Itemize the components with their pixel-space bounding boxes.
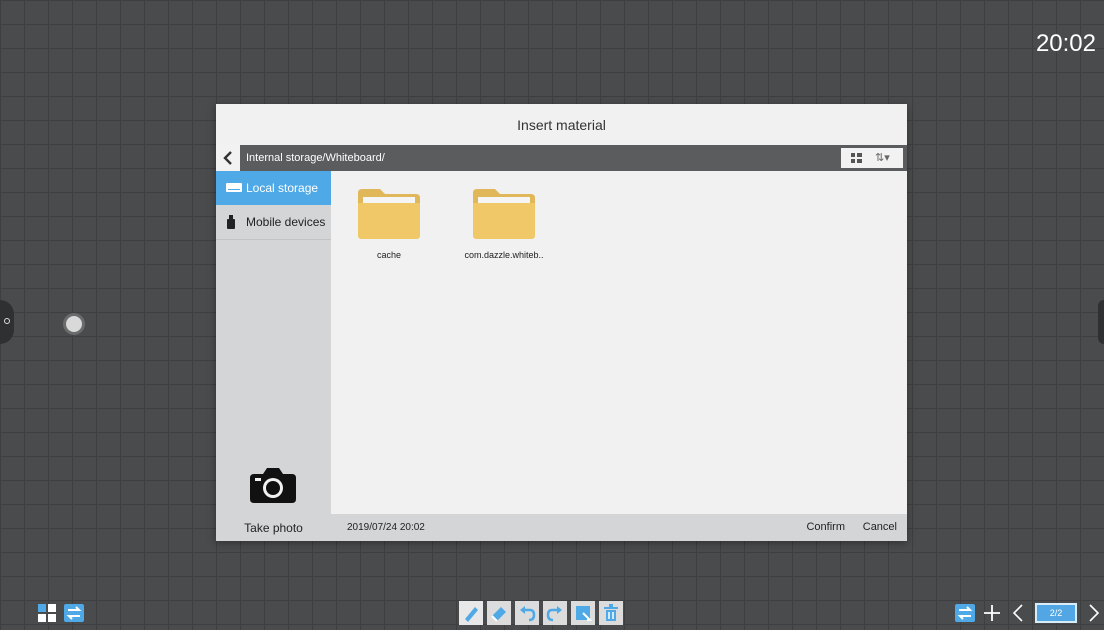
folder-name: com.dazzle.whiteb..: [464, 250, 544, 260]
switch-icon[interactable]: [64, 604, 84, 622]
usb-icon: [227, 215, 235, 229]
sidebar-item-mobile-devices[interactable]: Mobile devices: [216, 205, 331, 240]
delete-tool[interactable]: [599, 601, 623, 625]
folder-icon: [473, 189, 535, 239]
eraser-icon: [491, 607, 506, 622]
redo-icon: [546, 606, 562, 622]
select-icon: [576, 606, 593, 621]
apps-grid-icon[interactable]: [38, 604, 56, 622]
eraser-tool[interactable]: [487, 601, 511, 625]
undo-tool[interactable]: [515, 601, 539, 625]
undo-icon: [520, 606, 536, 622]
pen-icon: [465, 607, 478, 622]
dialog-title: Insert material: [216, 104, 907, 144]
dialog-footer: 2019/07/24 20:02 Confirm Cancel: [331, 514, 907, 541]
handle-dot-icon: [4, 318, 10, 324]
grid-view-icon[interactable]: [851, 153, 862, 163]
redo-tool[interactable]: [543, 601, 567, 625]
folder-icon: [358, 189, 420, 239]
file-grid: cache com.dazzle.whiteb..: [331, 171, 907, 514]
switch-icon[interactable]: [955, 604, 975, 622]
take-photo-label[interactable]: Take photo: [216, 521, 331, 535]
path-bar: Internal storage/Whiteboard/ ⇅▾: [216, 145, 907, 171]
camera-icon[interactable]: [250, 465, 296, 503]
chevron-left-icon[interactable]: [1012, 604, 1024, 622]
back-button[interactable]: [216, 145, 240, 171]
pen-tool[interactable]: [459, 601, 483, 625]
delete-icon: [604, 604, 618, 621]
sort-icon[interactable]: ⇅▾: [875, 151, 890, 164]
confirm-button[interactable]: Confirm: [806, 521, 845, 533]
page-indicator[interactable]: 2/2: [1035, 603, 1077, 623]
clock: 20:02: [1035, 30, 1096, 57]
select-tool[interactable]: [571, 601, 595, 625]
storage-sidebar: Local storage Mobile devices Take photo: [216, 171, 331, 541]
folder-item[interactable]: com.dazzle.whiteb..: [459, 189, 549, 260]
chevron-right-icon[interactable]: [1088, 604, 1100, 622]
timestamp: 2019/07/24 20:02: [347, 522, 425, 533]
chevron-left-icon: [223, 151, 232, 165]
view-tools: ⇅▾: [841, 148, 903, 168]
current-path: Internal storage/Whiteboard/: [246, 152, 385, 164]
left-drawer-handle[interactable]: [0, 300, 14, 344]
add-page-icon[interactable]: [983, 604, 1001, 622]
drive-icon: [226, 183, 242, 192]
insert-material-dialog: Insert material Internal storage/Whitebo…: [216, 104, 907, 541]
folder-item[interactable]: cache: [344, 189, 434, 260]
sidebar-item-label: Local storage: [246, 181, 319, 195]
floating-menu-button[interactable]: [66, 316, 82, 332]
cancel-button[interactable]: Cancel: [863, 521, 897, 533]
sidebar-item-local-storage[interactable]: Local storage: [216, 171, 331, 205]
sidebar-item-label: Mobile devices: [246, 215, 326, 229]
folder-name: cache: [376, 250, 402, 260]
right-drawer-handle[interactable]: [1098, 300, 1104, 344]
